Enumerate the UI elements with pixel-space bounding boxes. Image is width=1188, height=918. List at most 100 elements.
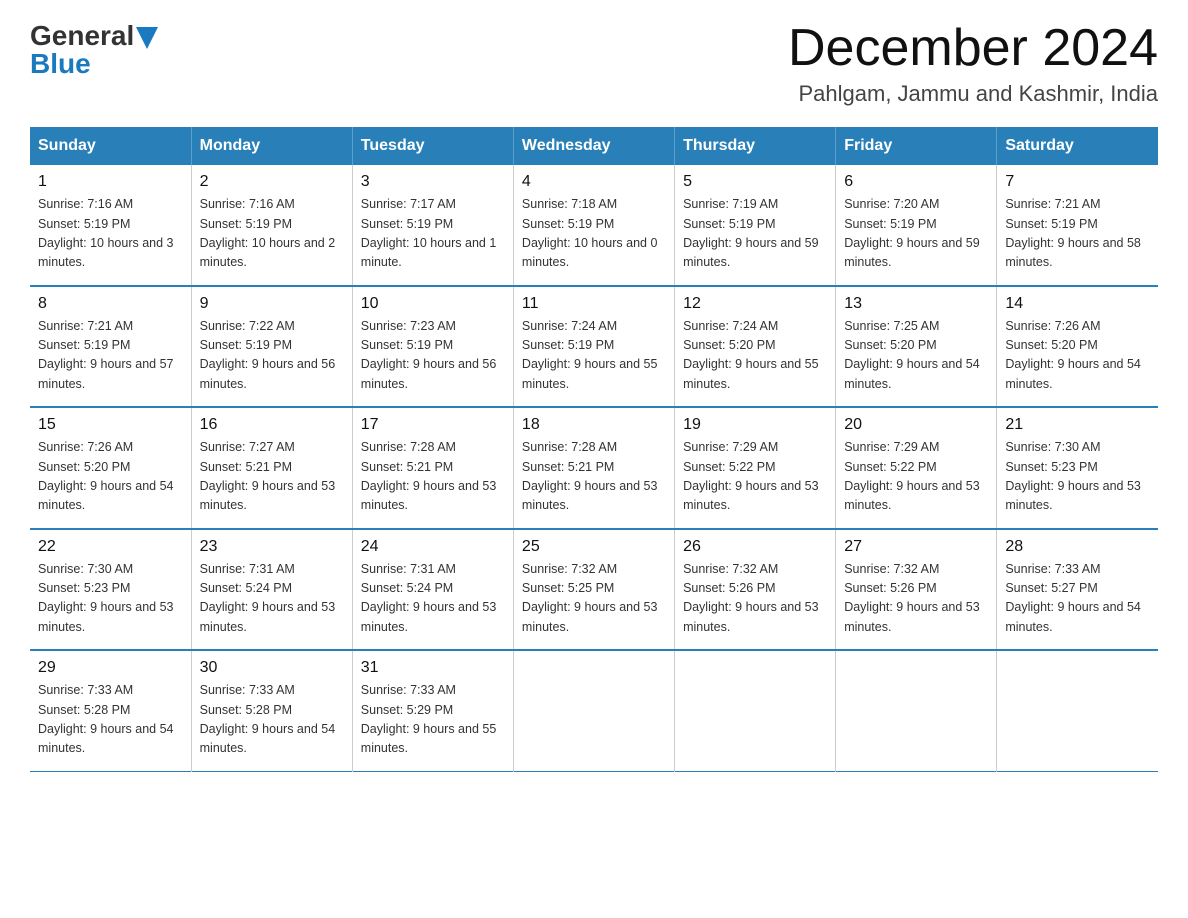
calendar-cell: 7 Sunrise: 7:21 AMSunset: 5:19 PMDaylight…: [997, 165, 1158, 286]
day-number: 21: [1005, 416, 1150, 434]
day-info: Sunrise: 7:26 AMSunset: 5:20 PMDaylight:…: [1005, 317, 1150, 395]
day-number: 23: [200, 538, 344, 556]
day-info: Sunrise: 7:30 AMSunset: 5:23 PMDaylight:…: [38, 560, 183, 638]
col-header-monday: Monday: [191, 127, 352, 165]
day-info: Sunrise: 7:21 AMSunset: 5:19 PMDaylight:…: [38, 317, 183, 395]
day-info: Sunrise: 7:28 AMSunset: 5:21 PMDaylight:…: [522, 438, 666, 516]
calendar-cell: [675, 650, 836, 771]
day-info: Sunrise: 7:30 AMSunset: 5:23 PMDaylight:…: [1005, 438, 1150, 516]
day-info: Sunrise: 7:33 AMSunset: 5:27 PMDaylight:…: [1005, 560, 1150, 638]
calendar-header-row: SundayMondayTuesdayWednesdayThursdayFrid…: [30, 127, 1158, 165]
calendar-cell: [513, 650, 674, 771]
calendar-cell: 11 Sunrise: 7:24 AMSunset: 5:19 PMDayligh…: [513, 286, 674, 408]
day-info: Sunrise: 7:28 AMSunset: 5:21 PMDaylight:…: [361, 438, 505, 516]
week-row-3: 15 Sunrise: 7:26 AMSunset: 5:20 PMDayligh…: [30, 407, 1158, 529]
day-info: Sunrise: 7:31 AMSunset: 5:24 PMDaylight:…: [361, 560, 505, 638]
day-info: Sunrise: 7:21 AMSunset: 5:19 PMDaylight:…: [1005, 195, 1150, 273]
day-info: Sunrise: 7:25 AMSunset: 5:20 PMDaylight:…: [844, 317, 988, 395]
day-number: 30: [200, 659, 344, 677]
week-row-1: 1 Sunrise: 7:16 AMSunset: 5:19 PMDaylight…: [30, 165, 1158, 286]
day-number: 29: [38, 659, 183, 677]
day-info: Sunrise: 7:33 AMSunset: 5:28 PMDaylight:…: [38, 681, 183, 759]
day-info: Sunrise: 7:24 AMSunset: 5:19 PMDaylight:…: [522, 317, 666, 395]
day-info: Sunrise: 7:32 AMSunset: 5:26 PMDaylight:…: [683, 560, 827, 638]
month-title: December 2024: [788, 20, 1158, 77]
day-number: 22: [38, 538, 183, 556]
day-info: Sunrise: 7:33 AMSunset: 5:29 PMDaylight:…: [361, 681, 505, 759]
calendar-cell: 28Sunrise: 7:33 AMSunset: 5:27 PMDayligh…: [997, 529, 1158, 651]
day-number: 14: [1005, 295, 1150, 313]
calendar-cell: 23Sunrise: 7:31 AMSunset: 5:24 PMDayligh…: [191, 529, 352, 651]
day-number: 24: [361, 538, 505, 556]
calendar-cell: [997, 650, 1158, 771]
calendar-cell: 5Sunrise: 7:19 AMSunset: 5:19 PMDaylight…: [675, 165, 836, 286]
day-info: Sunrise: 7:22 AMSunset: 5:19 PMDaylight:…: [200, 317, 344, 395]
day-info: Sunrise: 7:23 AMSunset: 5:19 PMDaylight:…: [361, 317, 505, 395]
col-header-tuesday: Tuesday: [352, 127, 513, 165]
week-row-4: 22 Sunrise: 7:30 AMSunset: 5:23 PMDayligh…: [30, 529, 1158, 651]
day-info: Sunrise: 7:16 AMSunset: 5:19 PMDaylight:…: [38, 195, 183, 273]
calendar-cell: 27Sunrise: 7:32 AMSunset: 5:26 PMDayligh…: [836, 529, 997, 651]
day-info: Sunrise: 7:32 AMSunset: 5:25 PMDaylight:…: [522, 560, 666, 638]
day-number: 10: [361, 295, 505, 313]
day-info: Sunrise: 7:20 AMSunset: 5:19 PMDaylight:…: [844, 195, 988, 273]
calendar-cell: 14 Sunrise: 7:26 AMSunset: 5:20 PMDayligh…: [997, 286, 1158, 408]
day-number: 16: [200, 416, 344, 434]
col-header-friday: Friday: [836, 127, 997, 165]
calendar-cell: 1 Sunrise: 7:16 AMSunset: 5:19 PMDaylight…: [30, 165, 191, 286]
day-info: Sunrise: 7:19 AMSunset: 5:19 PMDaylight:…: [683, 195, 827, 273]
logo: General Blue: [30, 20, 158, 80]
calendar-cell: 17 Sunrise: 7:28 AMSunset: 5:21 PMDayligh…: [352, 407, 513, 529]
calendar-cell: 26 Sunrise: 7:32 AMSunset: 5:26 PMDayligh…: [675, 529, 836, 651]
day-number: 31: [361, 659, 505, 677]
calendar-cell: 10 Sunrise: 7:23 AMSunset: 5:19 PMDayligh…: [352, 286, 513, 408]
week-row-2: 8Sunrise: 7:21 AMSunset: 5:19 PMDaylight…: [30, 286, 1158, 408]
day-number: 9: [200, 295, 344, 313]
week-row-5: 29 Sunrise: 7:33 AMSunset: 5:28 PMDayligh…: [30, 650, 1158, 771]
day-number: 4: [522, 173, 666, 191]
day-number: 17: [361, 416, 505, 434]
day-number: 3: [361, 173, 505, 191]
calendar-cell: 22 Sunrise: 7:30 AMSunset: 5:23 PMDayligh…: [30, 529, 191, 651]
day-number: 13: [844, 295, 988, 313]
calendar-cell: 13 Sunrise: 7:25 AMSunset: 5:20 PMDayligh…: [836, 286, 997, 408]
day-number: 12: [683, 295, 827, 313]
day-info: Sunrise: 7:29 AMSunset: 5:22 PMDaylight:…: [683, 438, 827, 516]
day-number: 20: [844, 416, 988, 434]
calendar-cell: 21 Sunrise: 7:30 AMSunset: 5:23 PMDayligh…: [997, 407, 1158, 529]
calendar-table: SundayMondayTuesdayWednesdayThursdayFrid…: [30, 127, 1158, 772]
calendar-cell: 3Sunrise: 7:17 AMSunset: 5:19 PMDaylight…: [352, 165, 513, 286]
day-number: 18: [522, 416, 666, 434]
day-number: 1: [38, 173, 183, 191]
calendar-cell: 16Sunrise: 7:27 AMSunset: 5:21 PMDayligh…: [191, 407, 352, 529]
calendar-cell: 12Sunrise: 7:24 AMSunset: 5:20 PMDayligh…: [675, 286, 836, 408]
day-number: 7: [1005, 173, 1150, 191]
day-number: 15: [38, 416, 183, 434]
day-number: 11: [522, 295, 666, 313]
calendar-cell: 20 Sunrise: 7:29 AMSunset: 5:22 PMDayligh…: [836, 407, 997, 529]
location-title: Pahlgam, Jammu and Kashmir, India: [788, 81, 1158, 107]
day-number: 2: [200, 173, 344, 191]
calendar-cell: 6Sunrise: 7:20 AMSunset: 5:19 PMDaylight…: [836, 165, 997, 286]
day-info: Sunrise: 7:18 AMSunset: 5:19 PMDaylight:…: [522, 195, 666, 273]
calendar-cell: 15 Sunrise: 7:26 AMSunset: 5:20 PMDayligh…: [30, 407, 191, 529]
calendar-cell: 4 Sunrise: 7:18 AMSunset: 5:19 PMDaylight…: [513, 165, 674, 286]
day-number: 26: [683, 538, 827, 556]
day-info: Sunrise: 7:26 AMSunset: 5:20 PMDaylight:…: [38, 438, 183, 516]
calendar-cell: 30 Sunrise: 7:33 AMSunset: 5:28 PMDayligh…: [191, 650, 352, 771]
calendar-cell: 2Sunrise: 7:16 AMSunset: 5:19 PMDaylight…: [191, 165, 352, 286]
page-header: General Blue December 2024 Pahlgam, Jamm…: [30, 20, 1158, 107]
calendar-cell: [836, 650, 997, 771]
calendar-cell: 25 Sunrise: 7:32 AMSunset: 5:25 PMDayligh…: [513, 529, 674, 651]
calendar-cell: 18 Sunrise: 7:28 AMSunset: 5:21 PMDayligh…: [513, 407, 674, 529]
title-section: December 2024 Pahlgam, Jammu and Kashmir…: [788, 20, 1158, 107]
calendar-cell: 19Sunrise: 7:29 AMSunset: 5:22 PMDayligh…: [675, 407, 836, 529]
calendar-cell: 24 Sunrise: 7:31 AMSunset: 5:24 PMDayligh…: [352, 529, 513, 651]
day-number: 25: [522, 538, 666, 556]
day-info: Sunrise: 7:33 AMSunset: 5:28 PMDaylight:…: [200, 681, 344, 759]
logo-blue: Blue: [30, 48, 158, 80]
logo-arrow-icon: [136, 27, 158, 49]
calendar-cell: 8Sunrise: 7:21 AMSunset: 5:19 PMDaylight…: [30, 286, 191, 408]
col-header-sunday: Sunday: [30, 127, 191, 165]
day-info: Sunrise: 7:29 AMSunset: 5:22 PMDaylight:…: [844, 438, 988, 516]
